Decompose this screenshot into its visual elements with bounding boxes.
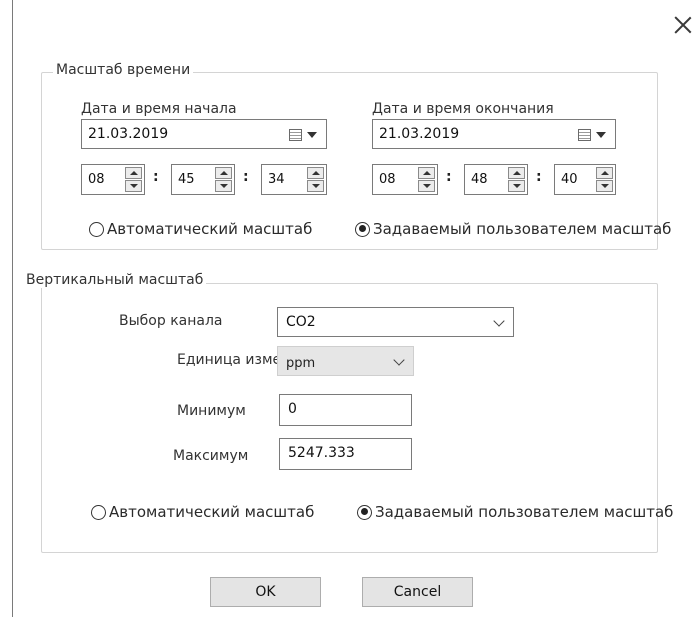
start-minutes-spinner[interactable]: 45 [171,164,235,195]
channel-label: Выбор канала [119,313,223,329]
vertical-auto-scale-label: Автоматический масштаб [109,503,315,521]
cancel-button[interactable]: Cancel [362,577,473,607]
vertical-user-scale-label: Задаваемый пользователем масштаб [375,503,674,521]
channel-value: CO2 [286,314,316,330]
spin-up-icon[interactable] [125,167,142,179]
time-user-scale-radio[interactable]: Задаваемый пользователем масштаб [355,220,671,238]
spin-down-icon[interactable] [307,180,324,192]
vertical-user-scale-radio[interactable]: Задаваемый пользователем масштаб [357,503,673,521]
maximum-value: 5247.333 [288,445,355,461]
unit-select[interactable]: ppm [277,346,414,376]
unit-value: ppm [286,356,316,371]
spin-up-icon[interactable] [508,167,525,179]
ok-button[interactable]: OK [210,577,321,607]
radio-checked-icon [357,504,372,520]
end-seconds-value: 40 [561,172,578,187]
minimum-label: Минимум [177,403,246,419]
chevron-down-icon [493,315,505,327]
channel-select[interactable]: CO2 [277,307,514,337]
maximum-label: Максимум [173,448,249,464]
spin-up-icon[interactable] [307,167,324,179]
vertical-scale-legend: Вертикальный масштаб [23,272,207,288]
close-icon[interactable] [672,14,694,36]
end-minutes-spinner[interactable]: 48 [464,164,528,195]
radio-unchecked-icon [89,221,104,237]
time-separator: : [243,169,249,185]
scale-settings-dialog: Масштаб времени Дата и время начала 21.0… [12,0,699,617]
vertical-auto-scale-radio[interactable]: Автоматический масштаб [91,503,314,521]
spin-up-icon[interactable] [215,167,232,179]
end-seconds-spinner[interactable]: 40 [554,164,616,195]
end-datetime-label: Дата и время окончания [372,101,554,117]
end-hours-spinner[interactable]: 08 [372,164,438,195]
start-date-value: 21.03.2019 [88,126,169,142]
minimum-input[interactable]: 0 [279,394,412,426]
start-datetime-label: Дата и время начала [81,101,237,117]
dropdown-arrow-icon [596,132,606,138]
end-date-picker[interactable]: 21.03.2019 [372,119,616,149]
spin-up-icon[interactable] [596,167,613,179]
spin-down-icon[interactable] [508,180,525,192]
calendar-icon [289,129,302,141]
calendar-icon [578,129,591,141]
spin-down-icon[interactable] [125,180,142,192]
end-date-value: 21.03.2019 [379,126,460,142]
spin-down-icon[interactable] [418,180,435,192]
spin-down-icon[interactable] [215,180,232,192]
start-date-picker[interactable]: 21.03.2019 [81,119,327,149]
time-auto-scale-radio[interactable]: Автоматический масштаб [89,220,312,238]
radio-unchecked-icon [91,504,106,520]
radio-checked-icon [355,221,370,237]
end-hours-value: 08 [379,172,396,187]
start-hours-value: 08 [88,172,105,187]
time-separator: : [536,169,542,185]
start-minutes-value: 45 [178,172,195,187]
start-seconds-value: 34 [268,172,285,187]
minimum-value: 0 [288,401,297,417]
start-seconds-spinner[interactable]: 34 [261,164,327,195]
time-separator: : [153,169,159,185]
spin-down-icon[interactable] [596,180,613,192]
time-separator: : [446,169,452,185]
dropdown-arrow-icon [307,132,317,138]
chevron-down-icon [393,354,405,366]
time-auto-scale-label: Автоматический масштаб [107,220,313,238]
maximum-input[interactable]: 5247.333 [279,438,412,470]
spin-up-icon[interactable] [418,167,435,179]
end-minutes-value: 48 [471,172,488,187]
start-hours-spinner[interactable]: 08 [81,164,145,195]
time-scale-legend: Масштаб времени [53,62,194,78]
time-user-scale-label: Задаваемый пользователем масштаб [373,220,672,238]
